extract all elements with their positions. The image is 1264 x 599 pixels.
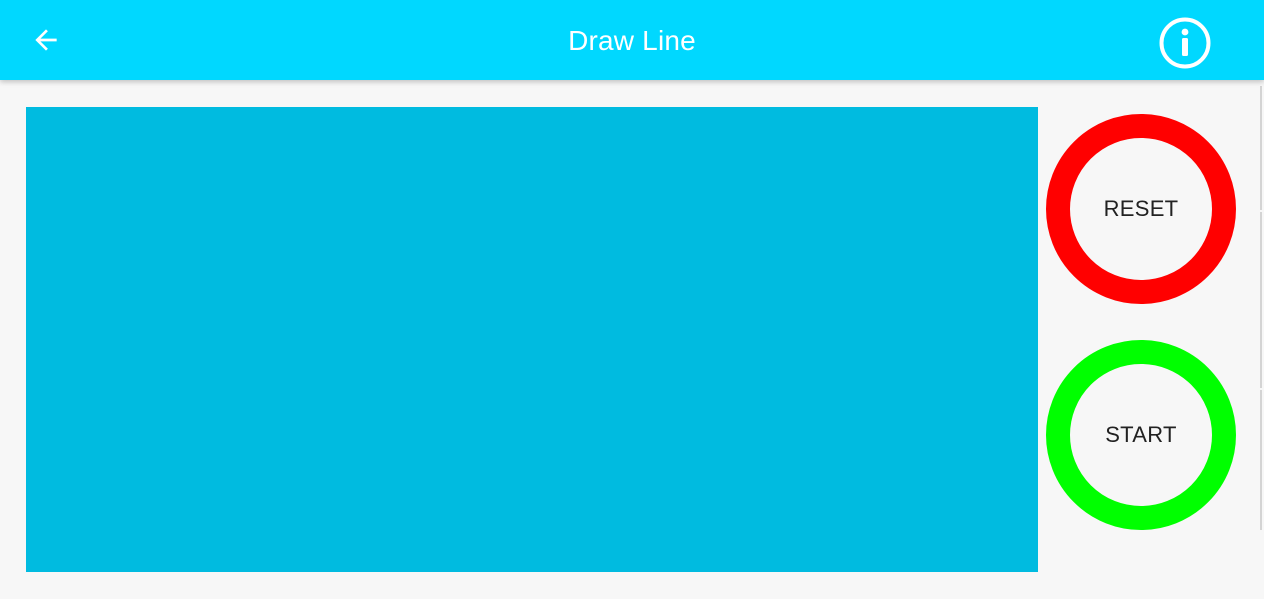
- app-root: Draw Line RESET START: [0, 0, 1264, 599]
- reset-button-label: RESET: [1103, 196, 1179, 221]
- start-button[interactable]: START: [1046, 340, 1236, 530]
- edge-mark-middle: [1260, 212, 1262, 388]
- edge-mark-top: [1260, 86, 1262, 210]
- page-title: Draw Line: [568, 25, 696, 56]
- reset-button[interactable]: RESET: [1046, 114, 1236, 304]
- app-bar: Draw Line: [0, 0, 1264, 80]
- edge-mark-bottom: [1260, 390, 1262, 530]
- start-button-label: START: [1105, 422, 1177, 447]
- info-button[interactable]: [1158, 16, 1212, 70]
- info-circle-icon: [1159, 17, 1211, 69]
- drawing-canvas[interactable]: [26, 107, 1038, 572]
